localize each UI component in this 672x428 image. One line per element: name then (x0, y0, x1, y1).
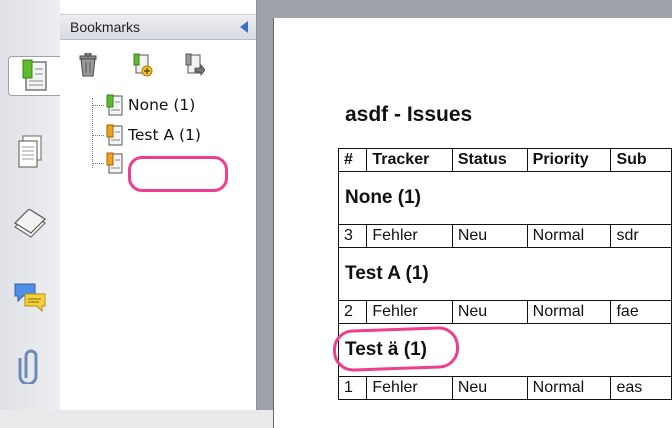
column-header: Status (451, 148, 528, 172)
comments-tab[interactable] (10, 278, 50, 318)
new-bookmark-icon (133, 53, 153, 77)
column-header: Priority (526, 148, 612, 172)
navigation-tool-strip (0, 0, 61, 410)
bookmarks-icon (22, 59, 47, 91)
cell-priority: Normal (526, 376, 612, 400)
cell-priority: Normal (526, 224, 612, 248)
table-row: 3 Fehler Neu Normal sdr (337, 224, 672, 248)
tree-connector (92, 162, 104, 164)
comments-icon (14, 283, 46, 313)
trash-icon (79, 53, 97, 77)
bookmark-icon (106, 152, 123, 174)
cell-id: 3 (337, 224, 368, 248)
cell-tracker: Fehler (366, 300, 453, 324)
document-title: asdf - Issues (345, 103, 473, 126)
tree-connector (92, 104, 104, 106)
bookmark-label: None (1) (128, 96, 196, 114)
pages-tab[interactable] (10, 132, 50, 172)
paperclip-icon (18, 349, 38, 384)
table-row: 1 Fehler Neu Normal eas (337, 376, 672, 400)
group-heading-highlight (332, 325, 460, 373)
cell-status: Neu (451, 376, 528, 400)
panel-header: Bookmarks (60, 14, 256, 40)
cell-tracker: Fehler (366, 224, 453, 248)
bookmark-arrow-icon (185, 53, 205, 77)
bookmarks-panel: Bookmarks None (1) Test A (1) (60, 0, 257, 410)
pages-icon (18, 135, 42, 168)
table-header-row: # Tracker Status Priority Sub (337, 148, 672, 172)
bookmarks-tab[interactable] (8, 56, 61, 96)
column-header: Tracker (366, 148, 453, 172)
group-heading: Test A (1) (338, 247, 672, 301)
group-heading: None (1) (338, 171, 672, 225)
cell-id: 2 (337, 300, 368, 324)
bookmark-options-button[interactable] (182, 52, 206, 78)
group-row: Test A (1) (338, 247, 672, 301)
panel-title: Bookmarks (70, 19, 141, 35)
cell-priority: Normal (526, 300, 612, 324)
tree-connector (92, 134, 104, 136)
column-header: Sub (610, 148, 672, 172)
new-bookmark-button[interactable] (130, 52, 154, 78)
bookmark-item[interactable]: None (1) (92, 92, 195, 118)
group-row: None (1) (338, 171, 672, 225)
layers-tab[interactable] (10, 204, 50, 244)
cell-tracker: Fehler (366, 376, 453, 400)
cell-status: Neu (451, 300, 528, 324)
bookmark-icon (106, 124, 123, 146)
empty-bookmark-highlight (128, 156, 228, 192)
column-header: # (337, 148, 368, 172)
cell-id: 1 (337, 376, 368, 400)
cell-subject: fae (610, 300, 672, 324)
bookmark-item[interactable]: Test A (1) (92, 122, 201, 148)
bookmark-item-empty[interactable] (92, 150, 128, 176)
collapse-panel-icon[interactable] (240, 21, 248, 33)
table-row: 2 Fehler Neu Normal fae (337, 300, 672, 324)
bookmark-icon (106, 94, 123, 116)
cell-subject: sdr (610, 224, 672, 248)
bookmark-label: Test A (1) (128, 126, 201, 144)
cell-status: Neu (451, 224, 528, 248)
cell-subject: eas (610, 376, 672, 400)
layers-icon (14, 209, 46, 238)
delete-bookmark-button[interactable] (76, 52, 100, 78)
attachments-tab[interactable] (10, 346, 50, 386)
